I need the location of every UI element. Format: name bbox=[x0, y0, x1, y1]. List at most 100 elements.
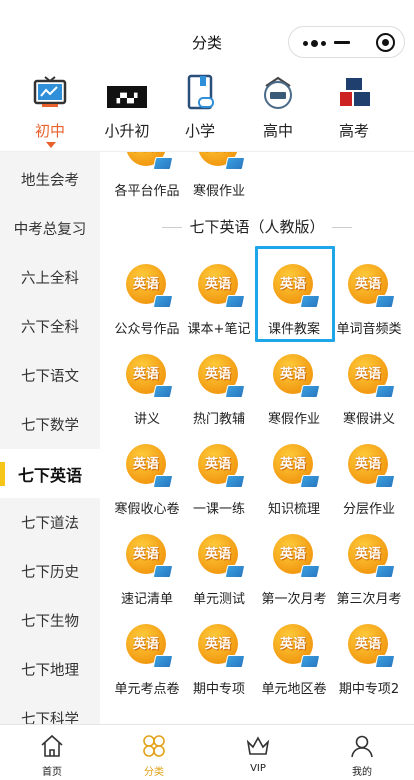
grid-item-label: 期中专项2 bbox=[338, 682, 400, 697]
sidebar-item[interactable]: 七下生物 bbox=[0, 596, 100, 645]
english-badge-icon: 英语 bbox=[124, 152, 174, 170]
grid-item[interactable]: 英语 寒假作业 bbox=[255, 352, 333, 434]
english-badge-icon: 英语 bbox=[196, 622, 246, 668]
grid-item-label: 寒假讲义 bbox=[342, 412, 395, 427]
gaozhong-circle-icon bbox=[256, 74, 300, 112]
grid-item-label: 单词音频类 bbox=[336, 322, 402, 337]
english-badge-icon: 英语 bbox=[124, 352, 174, 398]
tab-label: 小学 bbox=[184, 122, 215, 140]
subject-sidebar[interactable]: 地生会考 中考总复习 六上全科 六下全科 七下语文 七下数学 七下英语 七下道法… bbox=[0, 152, 100, 724]
nav-category[interactable]: 分类 bbox=[114, 733, 194, 778]
grid-item[interactable]: 英语 单元地区卷 bbox=[255, 622, 333, 704]
badge-text: 英语 bbox=[354, 457, 381, 472]
sidebar-item[interactable]: 地生会考 bbox=[0, 155, 100, 204]
badge-text: 英语 bbox=[132, 637, 159, 652]
grid-item[interactable]: 英语期中专项2 bbox=[330, 622, 408, 704]
section-title: 七下英语（人教版） bbox=[189, 218, 325, 236]
sidebar-item[interactable]: 六上全科 bbox=[0, 253, 100, 302]
grid-item[interactable]: 英语 寒假收心卷 bbox=[108, 442, 186, 524]
tab-xiaoxue[interactable]: 小学 bbox=[160, 74, 240, 150]
grid-item[interactable]: 英语 分层作业 bbox=[330, 442, 408, 524]
grid-item-label: 速记清单 bbox=[120, 592, 173, 607]
nav-label: 分类 bbox=[144, 767, 164, 778]
english-badge-icon: 英语 bbox=[124, 442, 174, 488]
sidebar-item[interactable]: 七下历史 bbox=[0, 547, 100, 596]
level-tabs: 初中 ▞▚▞ 小升初 小学 高中 高考 bbox=[0, 66, 414, 152]
nav-vip[interactable]: VIP bbox=[218, 733, 298, 774]
minimize-icon[interactable] bbox=[334, 41, 350, 44]
sidebar-item-active[interactable]: 七下英语 bbox=[0, 449, 100, 498]
english-badge-icon: 英语 bbox=[196, 532, 246, 578]
english-badge-icon: 英语 bbox=[124, 622, 174, 668]
grid-item[interactable]: 英语 寒假作业 bbox=[180, 152, 258, 206]
grid-item[interactable]: 英语 单元测试 bbox=[180, 532, 258, 614]
svg-text:▞▚▞: ▞▚▞ bbox=[116, 92, 139, 104]
more-icon[interactable] bbox=[303, 40, 326, 47]
sidebar-item[interactable]: 七下科学 bbox=[0, 694, 100, 724]
badge-text: 英语 bbox=[354, 637, 381, 652]
tab-label: 高中 bbox=[262, 122, 293, 140]
bottom-nav: 首页 分类 VIP 我的 bbox=[0, 724, 414, 780]
grid-item[interactable]: 英语 知识梳理 bbox=[255, 442, 333, 524]
sidebar-item[interactable]: 中考总复习 bbox=[0, 204, 100, 253]
grid-item[interactable]: 英语 第一次月考 bbox=[255, 532, 333, 614]
nav-label: VIP bbox=[250, 763, 266, 774]
category-content[interactable]: 英语 各平台作品 英语 寒假作业 七下英语（人教版） 英语公众号作品英语课本+笔… bbox=[100, 152, 414, 724]
badge-text: 英语 bbox=[204, 277, 231, 292]
grid-item-label: 各平台作品 bbox=[114, 184, 180, 199]
grid-item[interactable]: 英语课本+笔记 bbox=[180, 262, 258, 344]
sidebar-item[interactable]: 七下地理 bbox=[0, 645, 100, 694]
grid-item[interactable]: 英语 速记清单 bbox=[108, 532, 186, 614]
title-bar: 分类 bbox=[0, 0, 414, 66]
grid-item[interactable]: 英语 各平台作品 bbox=[108, 152, 186, 206]
grid-item-label: 公众号作品 bbox=[114, 322, 180, 337]
grid-item-label: 分层作业 bbox=[342, 502, 395, 517]
badge-text: 英语 bbox=[132, 277, 159, 292]
sidebar-item[interactable]: 七下语文 bbox=[0, 351, 100, 400]
grid-item-label: 寒假作业 bbox=[267, 412, 320, 427]
grid-item[interactable]: 英语 期中专项 bbox=[180, 622, 258, 704]
category-icon bbox=[141, 733, 167, 759]
grid-item[interactable]: 英语 寒假讲义 bbox=[330, 352, 408, 434]
grid-item[interactable]: 英语 热门教辅 bbox=[180, 352, 258, 434]
grid-item-label: 寒假作业 bbox=[192, 184, 245, 199]
grid-item[interactable]: 英语 一课一练 bbox=[180, 442, 258, 524]
tab-gaozhong[interactable]: 高中 bbox=[238, 74, 318, 150]
sidebar-item[interactable]: 七下数学 bbox=[0, 400, 100, 449]
grid-item[interactable]: 英语 第三次月考 bbox=[330, 532, 408, 614]
grid-item-label: 课本+笔记 bbox=[187, 322, 251, 337]
english-badge-icon: 英语 bbox=[124, 532, 174, 578]
english-badge-icon: 英语 bbox=[124, 262, 174, 308]
sidebar-item[interactable]: 六下全科 bbox=[0, 302, 100, 351]
grid-item-label: 单元测试 bbox=[192, 592, 245, 607]
badge-text: 英语 bbox=[132, 547, 159, 562]
grid-item-label: 第三次月考 bbox=[336, 592, 402, 607]
gaokao-icon bbox=[332, 74, 376, 112]
grid-item[interactable]: 英语 公众号作品 bbox=[108, 262, 186, 344]
tab-gaokao[interactable]: 高考 bbox=[314, 74, 394, 150]
book-link-icon bbox=[178, 74, 222, 112]
chalkboard-icon bbox=[28, 74, 72, 112]
tab-xiaoshengchu[interactable]: ▞▚▞ 小升初 bbox=[87, 74, 167, 150]
english-badge-icon: 英语 bbox=[196, 262, 246, 308]
grid-item[interactable]: 英语 讲义 bbox=[108, 352, 186, 434]
tab-chuzhong[interactable]: 初中 bbox=[10, 74, 90, 150]
grid-item-label: 寒假收心卷 bbox=[114, 502, 180, 517]
nav-me[interactable]: 我的 bbox=[322, 733, 402, 778]
badge-text: 英语 bbox=[279, 457, 306, 472]
grid-item[interactable]: 英语 单词音频类 bbox=[330, 262, 408, 344]
nav-home[interactable]: 首页 bbox=[12, 733, 92, 778]
grid-item-label: 单元地区卷 bbox=[261, 682, 327, 697]
close-target-icon[interactable] bbox=[376, 33, 395, 52]
grid-item[interactable]: 英语 单元考点卷 bbox=[108, 622, 186, 704]
english-badge-icon: 英语 bbox=[271, 532, 321, 578]
tab-label: 高考 bbox=[338, 122, 369, 140]
english-badge-icon: 英语 bbox=[196, 152, 246, 170]
active-indicator bbox=[46, 142, 56, 148]
grid-item-label: 热门教辅 bbox=[192, 412, 245, 427]
grid-item-label: 讲义 bbox=[133, 412, 160, 427]
divider bbox=[332, 227, 352, 228]
badge-text: 英语 bbox=[132, 367, 159, 382]
badge-text: 英语 bbox=[354, 277, 381, 292]
sidebar-item[interactable]: 七下道法 bbox=[0, 498, 100, 547]
